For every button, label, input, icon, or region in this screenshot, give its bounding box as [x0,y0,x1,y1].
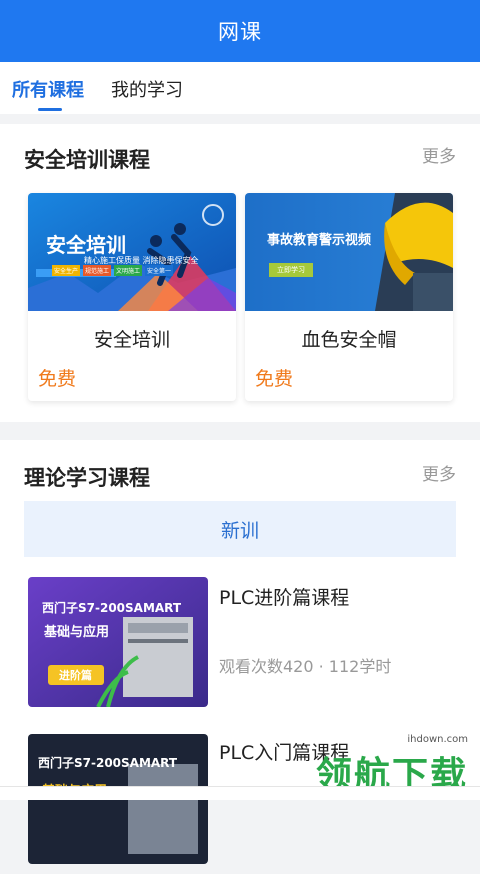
watermark-site: ihdown.com [407,734,468,745]
card-title: 安全培训 [28,325,236,352]
card-price: 免费 [255,364,293,391]
banner-heading: 事故教育警示视频 [267,229,371,248]
theory-more-link[interactable]: 更多 [422,460,456,485]
banner-tag: 文明施工 [114,265,142,276]
course-title: PLC进阶篇课程 [219,583,349,610]
subtab-new-training[interactable]: 新训 [24,501,456,557]
safety-more-link[interactable]: 更多 [422,142,456,167]
course-item-plc-advanced[interactable]: 西门子S7-200SAMART 基础与应用 进阶篇 PLC进阶篇课程 观看次数4… [0,577,480,717]
page-title: 网课 [218,16,262,46]
banner-heading: 安全培训 [46,229,126,258]
theory-section-title: 理论学习课程 [24,462,150,492]
banner-tag: 安全生产 [52,265,80,276]
course-thumbnail: 西门子S7-200SAMART 基础与应用 进阶篇 [28,577,208,707]
banner-tags: 安全生产 规范施工 文明施工 安全第一 [52,265,173,276]
safety-training-banner: 安全培训 精心施工保质量 消除隐患保安全 安全生产 规范施工 文明施工 安全第一 [28,193,236,311]
safety-section: 安全培训课程 更多 [0,124,480,422]
thumb-line1: 西门子S7-200SAMART [42,599,181,616]
banner-learn-button: 立即学习 [269,263,313,277]
banner-tag: 安全第一 [145,265,173,276]
course-card-bloody-helmet[interactable]: 事故教育警示视频 立即学习 血色安全帽 免费 [245,193,453,401]
card-title: 血色安全帽 [245,325,453,352]
active-tab-indicator [38,108,62,111]
helmet-banner: 事故教育警示视频 立即学习 [245,193,453,311]
thumb-line1: 西门子S7-200SAMART [38,754,177,771]
app-bar: 网课 [0,0,480,62]
bottom-navigation [0,786,480,800]
course-meta: 观看次数420 · 112学时 [219,653,391,677]
tab-all-courses[interactable]: 所有课程 [12,76,84,102]
thumb-line2: 基础与应用 [44,621,109,640]
course-card-safety-training[interactable]: 安全培训 精心施工保质量 消除隐患保安全 安全生产 规范施工 文明施工 安全第一… [28,193,236,401]
tab-bar: 所有课程 我的学习 [0,62,480,114]
thumb-badge: 进阶篇 [59,667,92,683]
card-price: 免费 [38,364,76,391]
tab-my-learning[interactable]: 我的学习 [111,76,183,102]
safety-section-title: 安全培训课程 [24,144,150,174]
watermark: ihdown.com 领航下载 [288,734,468,794]
banner-tag: 规范施工 [83,265,111,276]
